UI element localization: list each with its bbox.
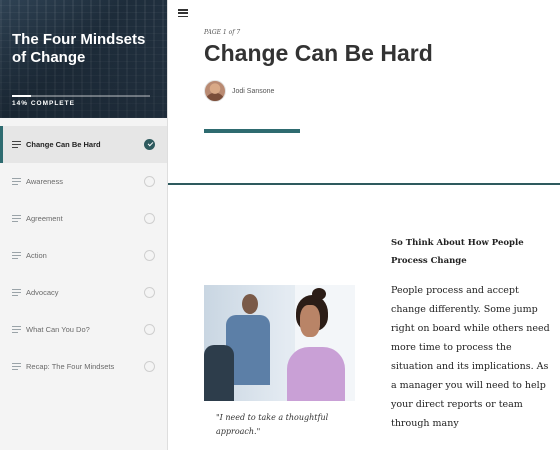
lesson-status-icon bbox=[144, 176, 155, 187]
lesson-item[interactable]: Awareness bbox=[0, 163, 167, 200]
lesson-status-icon bbox=[144, 324, 155, 335]
lesson-item[interactable]: Action bbox=[0, 237, 167, 274]
lesson-item[interactable]: Agreement bbox=[0, 200, 167, 237]
title-accent-rule bbox=[204, 129, 300, 133]
lesson-status-icon bbox=[144, 361, 155, 372]
lesson-item[interactable]: Recap: The Four Mindsets bbox=[0, 348, 167, 385]
lesson-label: Agreement bbox=[26, 214, 63, 223]
lesson-list: Change Can Be Hard Awareness Agreement A… bbox=[0, 126, 167, 385]
lesson-label: What Can You Do? bbox=[26, 325, 90, 334]
lesson-item[interactable]: Change Can Be Hard bbox=[0, 126, 167, 163]
course-header-image: The Four Mindsets of Change 14% COMPLETE bbox=[0, 0, 167, 118]
author-name: Jodi Sansone bbox=[232, 87, 275, 95]
course-progress-label: 14% COMPLETE bbox=[12, 100, 75, 107]
lesson-status-icon bbox=[144, 139, 155, 150]
section-divider bbox=[168, 183, 560, 185]
body-paragraph: People process and accept change differe… bbox=[391, 285, 550, 429]
page-indicator: PAGE 1 of 7 bbox=[204, 29, 241, 36]
lesson-label: Recap: The Four Mindsets bbox=[26, 362, 115, 371]
course-sidebar: The Four Mindsets of Change 14% COMPLETE… bbox=[0, 0, 168, 450]
hamburger-menu-icon[interactable] bbox=[178, 9, 188, 17]
lesson-status-icon bbox=[144, 250, 155, 261]
lesson-label: Change Can Be Hard bbox=[26, 140, 101, 149]
lesson-label: Advocacy bbox=[26, 288, 59, 297]
lesson-lines-icon bbox=[12, 289, 21, 296]
lesson-item[interactable]: What Can You Do? bbox=[0, 311, 167, 348]
author-avatar bbox=[204, 80, 226, 102]
lesson-lines-icon bbox=[12, 141, 21, 148]
lesson-label: Awareness bbox=[26, 177, 63, 186]
lesson-lines-icon bbox=[12, 252, 21, 259]
lesson-photo bbox=[204, 285, 355, 401]
lesson-title: Change Can Be Hard bbox=[204, 40, 433, 66]
course-progress-bar bbox=[12, 95, 150, 97]
lesson-status-icon bbox=[144, 287, 155, 298]
lesson-status-icon bbox=[144, 213, 155, 224]
course-progress-fill bbox=[12, 95, 32, 97]
lesson-lines-icon bbox=[12, 363, 21, 370]
photo-caption: "I need to take a thoughtful approach." bbox=[216, 413, 329, 436]
lesson-label: Action bbox=[26, 251, 47, 260]
author-byline: Jodi Sansone bbox=[204, 80, 274, 102]
lesson-lines-icon bbox=[12, 326, 21, 333]
course-title: The Four Mindsets of Change bbox=[12, 31, 146, 66]
lesson-content: PAGE 1 of 7 Change Can Be Hard Jodi Sans… bbox=[168, 0, 560, 450]
lesson-lines-icon bbox=[12, 178, 21, 185]
lesson-item[interactable]: Advocacy bbox=[0, 274, 167, 311]
section-heading: So Think About How People Process Change bbox=[391, 238, 524, 266]
lesson-lines-icon bbox=[12, 215, 21, 222]
